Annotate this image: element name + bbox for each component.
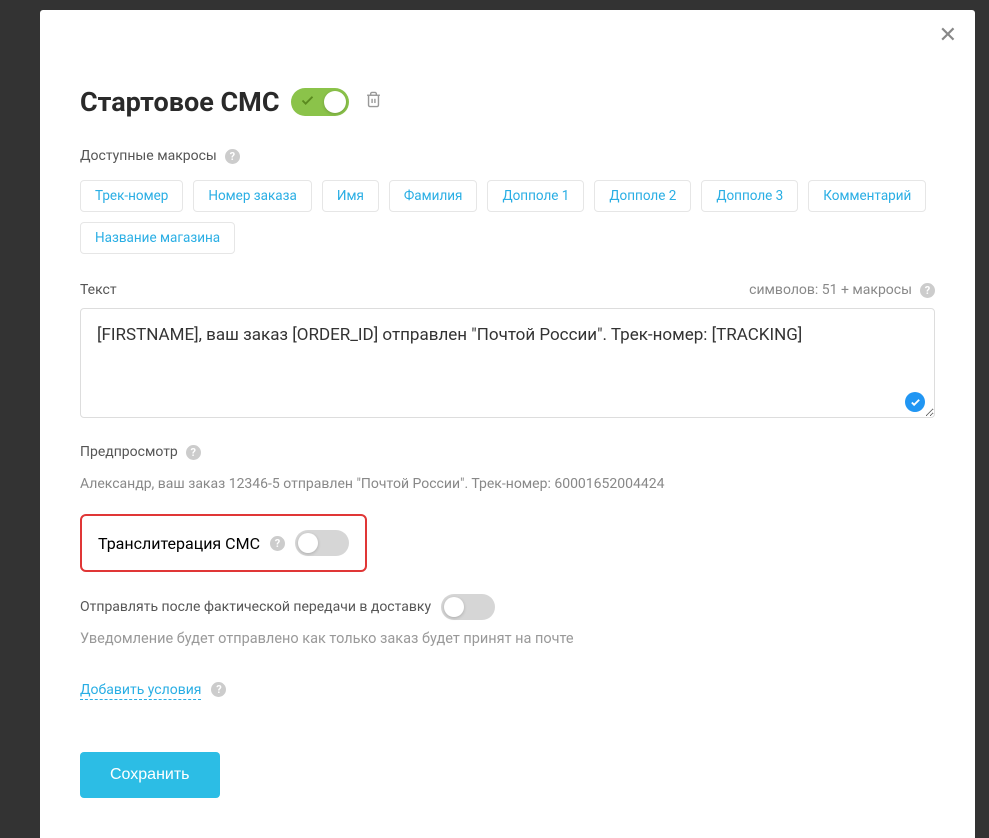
macro-chip[interactable]: Трек-номер xyxy=(80,180,183,212)
preview-text: Александр, ваш заказ 12346-5 отправлен "… xyxy=(80,476,935,492)
preview-label-row: Предпросмотр ? xyxy=(80,444,935,460)
text-header: Текст символов: 51 + макросы ? xyxy=(80,282,935,298)
macro-chip[interactable]: Допполе 1 xyxy=(487,180,584,212)
check-icon xyxy=(300,93,315,112)
toggle-knob xyxy=(324,91,346,113)
macro-list: Трек-номер Номер заказа Имя Фамилия Допп… xyxy=(80,180,935,254)
modal-header: Стартовое СМС xyxy=(80,86,935,118)
send-after-row: Отправлять после фактической передачи в … xyxy=(80,594,935,620)
macro-chip[interactable]: Фамилия xyxy=(389,180,478,212)
transliteration-label: Транслитерация СМС xyxy=(98,534,260,553)
macro-chip[interactable]: Комментарий xyxy=(808,180,926,212)
preview-section: Предпросмотр ? Александр, ваш заказ 1234… xyxy=(80,444,935,492)
macros-label-row: Доступные макросы ? xyxy=(80,148,935,164)
transliteration-toggle[interactable] xyxy=(295,530,349,556)
help-icon[interactable]: ? xyxy=(186,445,201,460)
macro-chip[interactable]: Допполе 3 xyxy=(701,180,798,212)
add-conditions-label: Добавить условия xyxy=(80,682,201,698)
toggle-knob xyxy=(298,533,318,553)
valid-check-icon xyxy=(905,392,925,412)
sms-enabled-toggle[interactable] xyxy=(291,88,349,116)
help-icon[interactable]: ? xyxy=(270,536,285,551)
macro-chip[interactable]: Название магазина xyxy=(80,222,235,254)
text-label: Текст xyxy=(80,282,117,298)
save-button[interactable]: Сохранить xyxy=(80,752,220,798)
macros-label: Доступные макросы xyxy=(80,148,217,164)
send-after-hint: Уведомление будет отправлено как только … xyxy=(80,630,935,647)
modal-title: Стартовое СМС xyxy=(80,86,279,118)
sms-text-input[interactable] xyxy=(80,308,935,418)
add-conditions-link[interactable]: Добавить условия xyxy=(80,682,201,700)
send-after-toggle[interactable] xyxy=(441,594,495,620)
help-icon[interactable]: ? xyxy=(211,682,226,697)
trash-icon[interactable] xyxy=(365,90,382,114)
help-icon[interactable]: ? xyxy=(920,283,935,298)
help-icon[interactable]: ? xyxy=(225,149,240,164)
close-button[interactable]: ✕ xyxy=(939,24,957,46)
char-count: символов: 51 + макросы xyxy=(749,282,912,298)
macro-chip[interactable]: Номер заказа xyxy=(193,180,311,212)
preview-label: Предпросмотр xyxy=(80,444,178,460)
transliteration-row: Транслитерация СМС ? xyxy=(80,514,367,572)
textarea-wrap xyxy=(80,308,935,422)
char-count-row: символов: 51 + макросы ? xyxy=(749,282,935,298)
toggle-knob xyxy=(444,597,464,617)
sms-settings-modal: ✕ Стартовое СМС Доступные макросы ? Трек… xyxy=(40,10,975,838)
send-after-label: Отправлять после фактической передачи в … xyxy=(80,599,431,615)
macro-chip[interactable]: Имя xyxy=(322,180,379,212)
macro-chip[interactable]: Допполе 2 xyxy=(594,180,691,212)
